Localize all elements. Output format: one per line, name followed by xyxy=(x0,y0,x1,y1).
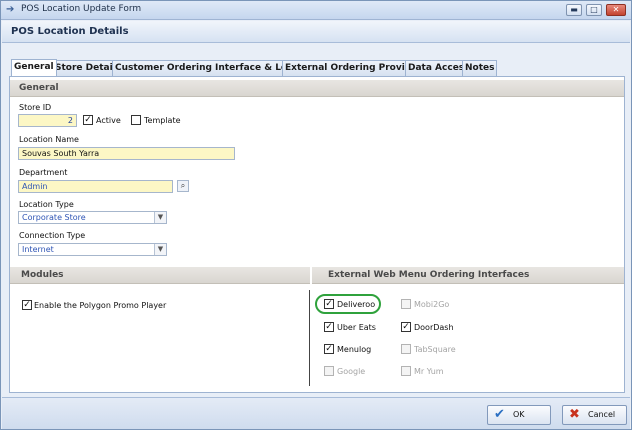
doordash-label: DoorDash xyxy=(414,323,454,332)
template-label: Template xyxy=(144,116,181,125)
cross-icon: ✖ xyxy=(569,407,580,422)
uber-eats-label: Uber Eats xyxy=(337,323,376,332)
menulog-label: Menulog xyxy=(337,345,372,354)
promo-player-checkbox[interactable]: ✓ xyxy=(22,300,32,310)
department-label: Department xyxy=(19,168,68,177)
menulog-checkbox[interactable]: ✓ xyxy=(324,344,334,354)
form-footer: ✔ OK ✖ Cancel xyxy=(2,397,630,429)
department-field[interactable]: Admin xyxy=(18,180,173,193)
doordash-checkbox[interactable]: ✓ xyxy=(401,322,411,332)
minimize-button[interactable]: ▬ xyxy=(566,4,582,16)
chevron-down-icon[interactable]: ▼ xyxy=(154,244,166,255)
maximize-button[interactable]: □ xyxy=(586,4,602,16)
modules-section-header: Modules xyxy=(10,267,310,284)
mobi2go-label: Mobi2Go xyxy=(414,300,450,309)
department-lookup-button[interactable]: ⌕ xyxy=(177,180,189,192)
google-checkbox[interactable] xyxy=(324,366,334,376)
deliveroo-label: Deliveroo xyxy=(337,300,376,309)
external-section-header: External Web Menu Ordering Interfaces xyxy=(312,267,624,284)
promo-player-label: Enable the Polygon Promo Player xyxy=(34,301,167,310)
location-name-field[interactable]: Souvas South Yarra xyxy=(18,147,235,160)
location-type-value: Corporate Store xyxy=(22,213,86,222)
tab-notes[interactable]: Notes xyxy=(462,60,498,76)
pos-location-update-window: ➔ POS Location Update Form ▬ □ ✕ POS Loc… xyxy=(0,0,632,430)
active-label: Active xyxy=(96,116,121,125)
location-type-label: Location Type xyxy=(19,200,74,209)
search-icon: ⌕ xyxy=(180,181,186,190)
general-section-header: General xyxy=(10,80,624,97)
title-bar[interactable]: ➔ POS Location Update Form ▬ □ ✕ xyxy=(1,1,631,20)
form-header: POS Location Details xyxy=(2,21,630,43)
template-checkbox[interactable] xyxy=(131,115,141,125)
store-id-label: Store ID xyxy=(19,103,52,112)
cancel-button[interactable]: ✖ Cancel xyxy=(562,405,627,425)
location-type-select[interactable]: Corporate Store ▼ xyxy=(18,211,167,224)
window-title: POS Location Update Form xyxy=(21,4,142,14)
chevron-down-icon[interactable]: ▼ xyxy=(154,212,166,223)
google-label: Google xyxy=(337,367,366,376)
cancel-button-label: Cancel xyxy=(588,410,616,419)
close-button[interactable]: ✕ xyxy=(606,4,626,16)
connection-type-select[interactable]: Internet ▼ xyxy=(18,243,167,256)
mr-yum-label: Mr Yum xyxy=(414,367,444,376)
mr-yum-checkbox[interactable] xyxy=(401,366,411,376)
connection-type-label: Connection Type xyxy=(19,231,86,240)
ok-button[interactable]: ✔ OK xyxy=(487,405,551,425)
uber-eats-checkbox[interactable]: ✓ xyxy=(324,322,334,332)
deliveroo-checkbox[interactable]: ✓ xyxy=(324,299,334,309)
mobi2go-checkbox[interactable] xyxy=(401,299,411,309)
ok-button-label: OK xyxy=(513,410,525,419)
app-arrow-icon: ➔ xyxy=(6,4,15,15)
active-checkbox[interactable]: ✓ xyxy=(83,115,93,125)
location-name-label: Location Name xyxy=(19,135,79,144)
tabsquare-checkbox[interactable] xyxy=(401,344,411,354)
tab-general[interactable]: General xyxy=(11,59,57,76)
checkmark-icon: ✔ xyxy=(494,407,505,422)
store-id-field[interactable]: 2 xyxy=(18,114,77,127)
tabsquare-label: TabSquare xyxy=(414,345,456,354)
connection-type-value: Internet xyxy=(22,245,54,254)
modules-divider xyxy=(309,290,310,386)
page-title: POS Location Details xyxy=(11,26,129,37)
